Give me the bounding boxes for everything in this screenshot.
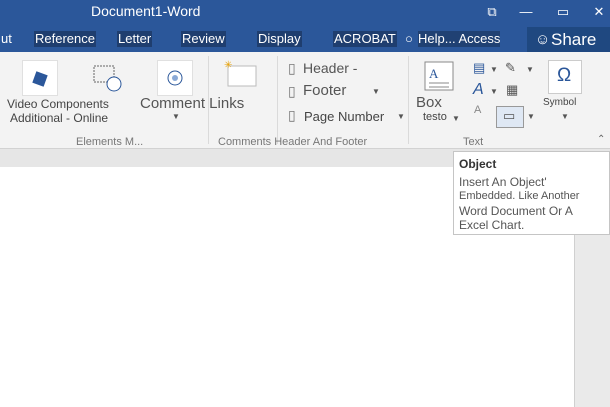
- tab-review[interactable]: Review: [181, 31, 226, 47]
- close-button[interactable]: ✕: [588, 2, 610, 22]
- link-globe-icon: [167, 70, 183, 86]
- footer-button[interactable]: Footer: [303, 82, 346, 99]
- video-components-label: Video Components: [7, 97, 109, 111]
- film-globe-icon: [93, 65, 122, 92]
- object-button[interactable]: ▭: [496, 106, 524, 128]
- chevron-down-icon[interactable]: ▼: [490, 65, 498, 74]
- group-divider: [277, 56, 278, 144]
- page-number-icon: ▯: [288, 107, 296, 123]
- store-addins-button[interactable]: [22, 60, 58, 96]
- comment-icon: ✳: [224, 60, 257, 87]
- links-button[interactable]: [157, 60, 193, 96]
- symbol-button[interactable]: Ω: [548, 60, 582, 94]
- person-icon: ☺: [535, 31, 551, 48]
- page-number-button[interactable]: Page Number: [304, 109, 384, 124]
- chevron-down-icon[interactable]: ▼: [490, 87, 498, 96]
- group-divider: [208, 56, 209, 144]
- chevron-down-icon[interactable]: ▼: [561, 112, 569, 121]
- symbol-label: Symbol: [543, 97, 577, 108]
- tab-references[interactable]: Reference: [34, 31, 96, 47]
- share-button[interactable]: ☺ Share: [527, 27, 610, 52]
- text-box-button[interactable]: Box: [416, 94, 442, 111]
- lightbulb-icon: ○: [405, 31, 413, 46]
- tab-insert[interactable]: ut: [0, 31, 13, 47]
- ribbon: Video Components Additional - Online Com…: [0, 52, 610, 149]
- chevron-down-icon[interactable]: ▼: [397, 112, 405, 121]
- tooltip-line: Embedded. Like Another: [459, 190, 580, 202]
- collapse-ribbon-icon[interactable]: ⌃: [597, 134, 605, 145]
- tooltip-line: Excel Chart.: [459, 218, 525, 232]
- tell-me-search[interactable]: Help... Access: [418, 31, 501, 47]
- object-icon: ▭: [503, 108, 516, 123]
- tab-acrobat[interactable]: ACROBAT: [333, 31, 397, 47]
- chevron-down-icon[interactable]: ▼: [452, 114, 460, 123]
- tooltip-line: Insert An Object': [459, 175, 547, 189]
- cube-icon: [32, 71, 48, 87]
- tab-view[interactable]: Display: [257, 31, 302, 47]
- ribbon-tabs: ut Reference Letter Review Display ACROB…: [0, 27, 610, 52]
- maximize-button[interactable]: ▭: [552, 2, 574, 22]
- chevron-down-icon[interactable]: ▼: [172, 112, 180, 121]
- tooltip-title: Object: [459, 157, 497, 171]
- chevron-down-icon[interactable]: ▼: [372, 87, 380, 96]
- comment-links-label: Comment Links: [140, 95, 245, 112]
- date-time-icon[interactable]: ▦: [506, 82, 518, 98]
- text-box-icon[interactable]: A: [423, 60, 455, 92]
- omega-icon: Ω: [557, 65, 572, 86]
- object-tooltip: Object Insert An Object' Embedded. Like …: [453, 151, 610, 235]
- object-chevron-down-icon[interactable]: ▼: [527, 112, 535, 121]
- svg-text:A: A: [429, 66, 439, 81]
- group-label-elements: Elements M...: [76, 136, 144, 148]
- title-bar: Document1-Word ⧉ — ▭ ✕: [0, 0, 610, 27]
- tab-mailings[interactable]: Letter: [117, 31, 153, 47]
- tooltip-line: Word Document Or A: [459, 204, 573, 218]
- wordart-icon[interactable]: A: [473, 81, 484, 99]
- additional-online-label: Additional - Online: [10, 111, 109, 125]
- share-label: Share: [551, 30, 597, 49]
- signature-line-icon[interactable]: ✎: [505, 60, 516, 76]
- group-divider: [408, 56, 409, 144]
- header-button[interactable]: Header -: [303, 60, 357, 76]
- drop-cap-icon[interactable]: A: [474, 104, 481, 116]
- group-label-comments-header-footer: Comments Header And Footer: [218, 136, 368, 148]
- window-title: Document1-Word: [91, 3, 201, 19]
- svg-text:✳: ✳: [224, 60, 232, 71]
- comment-button[interactable]: ✳: [222, 58, 258, 88]
- footer-icon: ▯: [288, 83, 296, 99]
- minimize-button[interactable]: —: [515, 2, 537, 22]
- header-icon: ▯: [288, 60, 296, 76]
- group-label-text: Text: [463, 136, 484, 148]
- text-box-sublabel: testo: [423, 111, 447, 123]
- quick-parts-icon[interactable]: ▤: [473, 60, 485, 76]
- chevron-down-icon[interactable]: ▼: [526, 65, 534, 74]
- online-video-button[interactable]: [90, 60, 124, 94]
- restore-ribbon-icon[interactable]: ⧉: [481, 2, 503, 22]
